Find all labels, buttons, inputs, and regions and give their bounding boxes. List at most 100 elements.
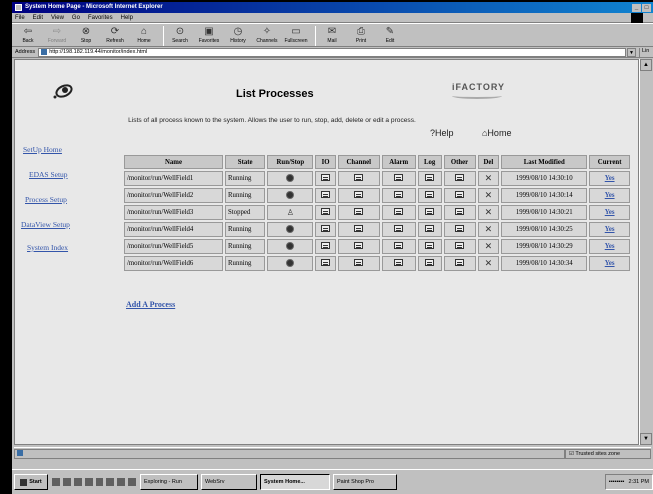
- address-input[interactable]: http://198.182.119.44/monitor/index.html: [38, 47, 626, 57]
- table-row: /monitor/run/WellField2 Running ✕ 1999/08/1…: [124, 188, 630, 203]
- run-stop-button[interactable]: ♙: [267, 205, 314, 220]
- scroll-up-button[interactable]: ▲: [640, 59, 652, 71]
- io-edit-cell[interactable]: [315, 222, 336, 237]
- delete-button[interactable]: ✕: [477, 239, 500, 254]
- channels-button[interactable]: ✧ Channels: [254, 26, 280, 44]
- menu-file[interactable]: File: [15, 15, 25, 21]
- edit-icon: [354, 208, 364, 215]
- run-stop-button[interactable]: [267, 239, 314, 254]
- sidebar-item-edas-setup[interactable]: EDAS Setup: [29, 170, 68, 179]
- other-edit-cell[interactable]: [443, 205, 476, 220]
- task-exploring-run[interactable]: Exploring - Run: [140, 474, 198, 490]
- menu-go[interactable]: Go: [72, 15, 80, 21]
- menu-favorites[interactable]: Favorites: [88, 15, 113, 21]
- alarm-edit-cell[interactable]: [381, 188, 416, 203]
- delete-button[interactable]: ✕: [477, 205, 500, 220]
- channel-edit-cell[interactable]: [337, 188, 380, 203]
- tray-icons[interactable]: ▪▪▪▪▪▪▪▪: [609, 479, 625, 485]
- channel-edit-cell[interactable]: [337, 205, 380, 220]
- run-stop-button[interactable]: [267, 256, 314, 271]
- quick-launch-icon[interactable]: [73, 478, 82, 486]
- alarm-edit-cell[interactable]: [381, 222, 416, 237]
- sidebar-item-system-index[interactable]: System Index: [27, 243, 68, 252]
- sidebar-item-setup-home[interactable]: SetUp Home: [23, 145, 62, 154]
- delete-button[interactable]: ✕: [477, 222, 500, 237]
- current-link[interactable]: Yes: [605, 209, 615, 216]
- channel-edit-cell[interactable]: [337, 222, 380, 237]
- run-stop-button[interactable]: [267, 188, 314, 203]
- start-button[interactable]: Start: [14, 474, 48, 490]
- run-stop-button[interactable]: [267, 222, 314, 237]
- channel-edit-cell[interactable]: [337, 256, 380, 271]
- scroll-down-button[interactable]: ▼: [640, 433, 652, 445]
- log-edit-cell[interactable]: [417, 205, 442, 220]
- quick-launch-icon[interactable]: [84, 478, 93, 486]
- alarm-edit-cell[interactable]: [381, 256, 416, 271]
- print-button[interactable]: ⎙ Print: [348, 26, 374, 44]
- current-link[interactable]: Yes: [605, 226, 615, 233]
- task-system-home[interactable]: System Home...: [260, 474, 330, 490]
- task-paint-shop-pro[interactable]: Paint Shop Pro: [333, 474, 397, 490]
- home-link[interactable]: ⌂Home: [482, 128, 511, 138]
- sidebar-item-process-setup[interactable]: Process Setup: [25, 195, 67, 204]
- alarm-edit-cell[interactable]: [381, 205, 416, 220]
- current-link[interactable]: Yes: [605, 243, 615, 250]
- log-edit-cell[interactable]: [417, 171, 442, 186]
- home-button[interactable]: ⌂ Home: [131, 26, 157, 44]
- refresh-button[interactable]: ⟳ Refresh: [102, 26, 128, 44]
- forward-button[interactable]: ⇨ Forward: [44, 26, 70, 44]
- quick-launch-icon[interactable]: [52, 478, 60, 486]
- maximize-button[interactable]: □: [642, 3, 651, 12]
- search-button[interactable]: ⊙ Search: [167, 26, 193, 44]
- current-link[interactable]: Yes: [605, 175, 615, 182]
- log-edit-cell[interactable]: [417, 256, 442, 271]
- back-button[interactable]: ⇦ Back: [15, 26, 41, 44]
- history-button[interactable]: ◷ History: [225, 26, 251, 44]
- quick-launch-icon[interactable]: [62, 478, 71, 486]
- delete-button[interactable]: ✕: [477, 256, 500, 271]
- menu-edit[interactable]: Edit: [33, 15, 43, 21]
- help-link[interactable]: ?Help: [430, 128, 454, 138]
- other-edit-cell[interactable]: [443, 239, 476, 254]
- io-edit-cell[interactable]: [315, 171, 336, 186]
- vertical-scrollbar[interactable]: ▲ ▼: [639, 59, 652, 445]
- io-edit-cell[interactable]: [315, 188, 336, 203]
- other-edit-cell[interactable]: [443, 256, 476, 271]
- alarm-edit-cell[interactable]: [381, 171, 416, 186]
- menu-help[interactable]: Help: [121, 15, 133, 21]
- quick-launch-icon[interactable]: [106, 478, 115, 486]
- current-link[interactable]: Yes: [605, 192, 615, 199]
- other-edit-cell[interactable]: [443, 188, 476, 203]
- favorites-button[interactable]: ▣ Favorites: [196, 26, 222, 44]
- stop-button[interactable]: ⊗ Stop: [73, 26, 99, 44]
- menu-view[interactable]: View: [51, 15, 64, 21]
- other-edit-cell[interactable]: [443, 222, 476, 237]
- other-edit-cell[interactable]: [443, 171, 476, 186]
- delete-button[interactable]: ✕: [477, 171, 500, 186]
- address-dropdown-button[interactable]: ▼: [627, 47, 636, 57]
- delete-button[interactable]: ✕: [477, 188, 500, 203]
- io-edit-cell[interactable]: [315, 256, 336, 271]
- quick-launch-icon[interactable]: [128, 478, 136, 486]
- current-link[interactable]: Yes: [605, 260, 615, 267]
- links-button[interactable]: Lin: [639, 47, 653, 57]
- quick-launch-icon[interactable]: [95, 478, 104, 486]
- run-stop-button[interactable]: [267, 171, 314, 186]
- sidebar-item-dataview-setup[interactable]: DataView Setup: [21, 220, 70, 229]
- log-edit-cell[interactable]: [417, 222, 442, 237]
- log-edit-cell[interactable]: [417, 239, 442, 254]
- channel-edit-cell[interactable]: [337, 171, 380, 186]
- io-edit-cell[interactable]: [315, 205, 336, 220]
- io-edit-cell[interactable]: [315, 239, 336, 254]
- minimize-button[interactable]: _: [632, 3, 641, 12]
- mail-button[interactable]: ✉ Mail: [319, 26, 345, 44]
- quick-launch-icon[interactable]: [117, 478, 126, 486]
- fullscreen-button[interactable]: ▭ Fullscreen: [283, 26, 309, 44]
- edit-button[interactable]: ✎ Edit: [377, 26, 403, 44]
- alarm-edit-cell[interactable]: [381, 239, 416, 254]
- title-bar[interactable]: System Home Page - Microsoft Internet Ex…: [12, 2, 653, 13]
- log-edit-cell[interactable]: [417, 188, 442, 203]
- add-process-link[interactable]: Add A Process: [126, 300, 175, 309]
- task-websrv[interactable]: WebSrv: [201, 474, 257, 490]
- channel-edit-cell[interactable]: [337, 239, 380, 254]
